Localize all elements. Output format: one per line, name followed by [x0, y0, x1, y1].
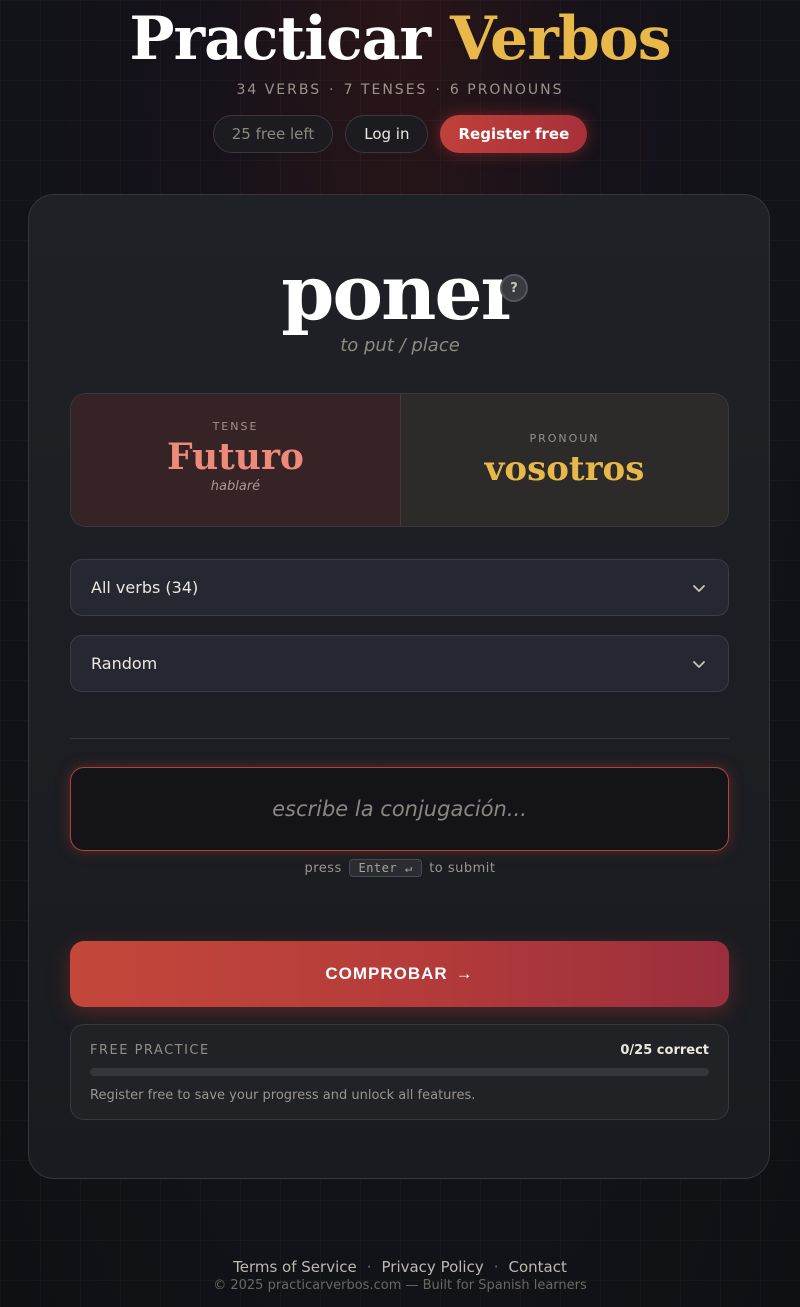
register-button[interactable]: Register free: [440, 115, 588, 153]
stat-verbs: 34 VERBS: [236, 82, 322, 98]
verb-translation: to put / place: [340, 335, 460, 356]
page-title: Practicar Verbos: [0, 4, 800, 74]
pronoun-value: vosotros: [484, 449, 645, 489]
tense-value: Futuro: [167, 436, 304, 478]
progress-bar: [90, 1068, 709, 1076]
terms-link[interactable]: Terms of Service: [233, 1258, 357, 1276]
stat-separator: ·: [435, 82, 442, 98]
stat-pronouns: 6 PRONOUNS: [449, 82, 564, 98]
arrow-right-icon: →: [455, 964, 474, 983]
chevron-down-icon: [693, 584, 705, 592]
verb-infinitive: poner: [281, 248, 520, 337]
tense-panel: TENSE Futuro hablaré: [71, 394, 401, 526]
submit-hint: press Enter ↵ to submit: [29, 859, 771, 877]
practice-card: poner ? to put / place TENSE Futuro habl…: [28, 194, 770, 1179]
enter-key: Enter ↵: [349, 859, 422, 877]
contact-link[interactable]: Contact: [509, 1258, 567, 1276]
progress-label: FREE PRACTICE: [90, 1043, 210, 1058]
check-button[interactable]: COMPROBAR →: [70, 941, 729, 1007]
free-left-badge: 25 free left: [212, 115, 334, 153]
pronoun-label: PRONOUN: [529, 432, 600, 445]
divider: [70, 738, 729, 739]
footer: Terms of Service · Privacy Policy · Contact …: [0, 1258, 800, 1293]
verb-row: poner ?: [29, 251, 771, 335]
header: Practicar Verbos 34 VERBS · 7 TENSES · 6 PRO…: [0, 0, 800, 153]
copyright: © 2025 practicarverbos.com — Built for S…: [213, 1278, 587, 1293]
progress-message: Register free to save your progress and …: [90, 1088, 476, 1103]
chevron-down-icon: [693, 660, 705, 668]
order-value: Random: [91, 654, 158, 673]
footer-links: Terms of Service · Privacy Policy · Contact: [0, 1258, 800, 1276]
hint-after: to submit: [429, 861, 496, 876]
footer-separator: ·: [493, 1258, 499, 1276]
footer-separator: ·: [366, 1258, 372, 1276]
stats-line: 34 VERBS · 7 TENSES · 6 PRONOUNS: [0, 82, 800, 98]
progress-card: FREE PRACTICE 0/25 correct Register free…: [70, 1024, 729, 1120]
order-select[interactable]: Random: [70, 635, 729, 692]
top-actions: 25 free left Log in Register free: [0, 115, 800, 153]
privacy-link[interactable]: Privacy Policy: [382, 1258, 484, 1276]
verb-set-select[interactable]: All verbs (34): [70, 559, 729, 616]
tense-pronoun-panel: TENSE Futuro hablaré PRONOUN vosotros: [70, 393, 729, 527]
verb-set-value: All verbs (34): [91, 578, 199, 597]
stat-tenses: 7 TENSES: [343, 82, 428, 98]
pronoun-panel: PRONOUN vosotros: [401, 394, 728, 526]
title-main: Practicar: [129, 4, 431, 74]
help-icon[interactable]: ?: [500, 274, 528, 302]
tense-label: TENSE: [212, 420, 259, 433]
tense-example: hablaré: [210, 479, 261, 494]
title-accent: Verbos: [449, 4, 672, 74]
progress-header: FREE PRACTICE 0/25 correct: [90, 1043, 709, 1058]
check-button-label: COMPROBAR: [325, 964, 448, 983]
hint-before: press: [304, 861, 342, 876]
login-button[interactable]: Log in: [345, 115, 429, 153]
answer-input[interactable]: [70, 767, 729, 851]
stat-separator: ·: [329, 82, 336, 98]
progress-count: 0/25 correct: [620, 1043, 709, 1058]
